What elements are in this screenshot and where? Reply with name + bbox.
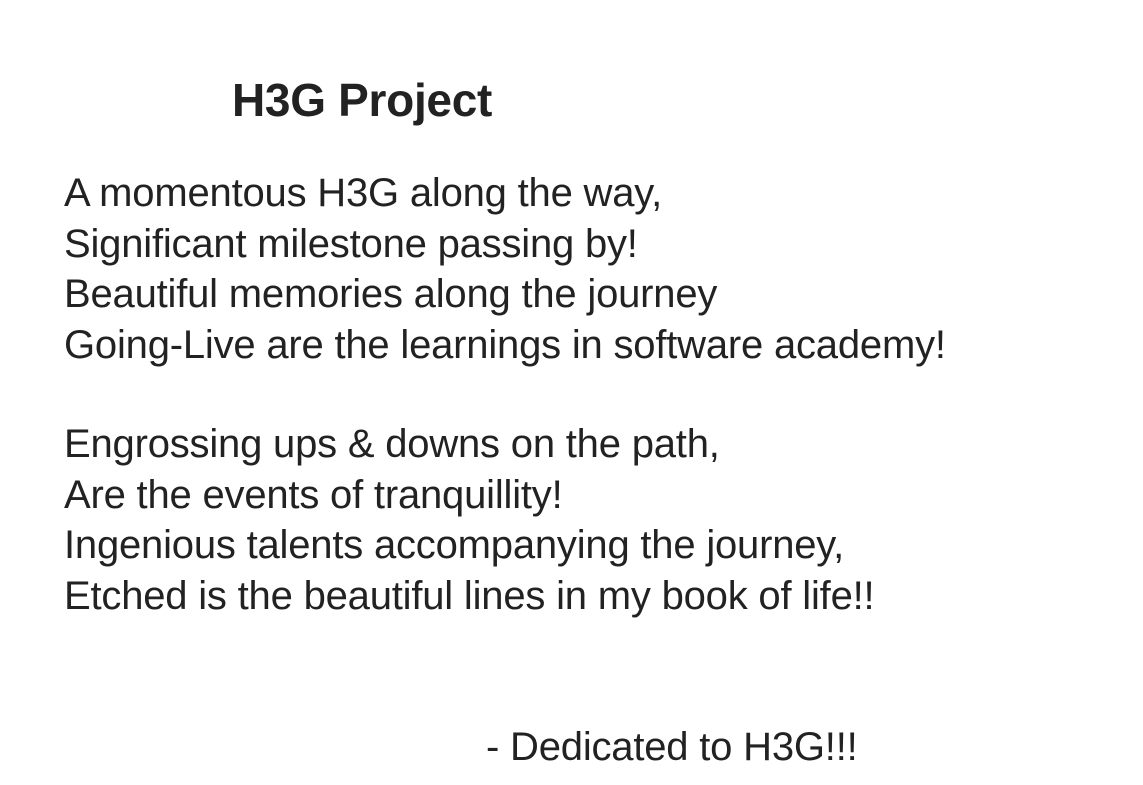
- poem-line: Are the events of tranquillity!: [64, 472, 563, 517]
- dedication-text: - Dedicated to H3G!!!: [486, 725, 858, 769]
- poem-line: Ingenious talents accompanying the journ…: [64, 523, 845, 567]
- page-title: H3G Project: [232, 74, 493, 126]
- poem-line: Beautiful memories along the journey: [64, 272, 718, 316]
- poem-stanza-1: A momentous H3G along the way, Significa…: [64, 168, 946, 370]
- poem-line: Significant milestone passing by!: [64, 221, 638, 266]
- poem-line: Engrossing ups & downs on the path,: [64, 422, 720, 466]
- poem-line: A momentous H3G along the way,: [64, 171, 663, 215]
- poem-stanza-2: Engrossing ups & downs on the path, Are …: [64, 419, 875, 621]
- poem-line: Etched is the beautiful lines in my book…: [64, 573, 875, 618]
- poem-line: Going-Live are the learnings in software…: [64, 322, 946, 367]
